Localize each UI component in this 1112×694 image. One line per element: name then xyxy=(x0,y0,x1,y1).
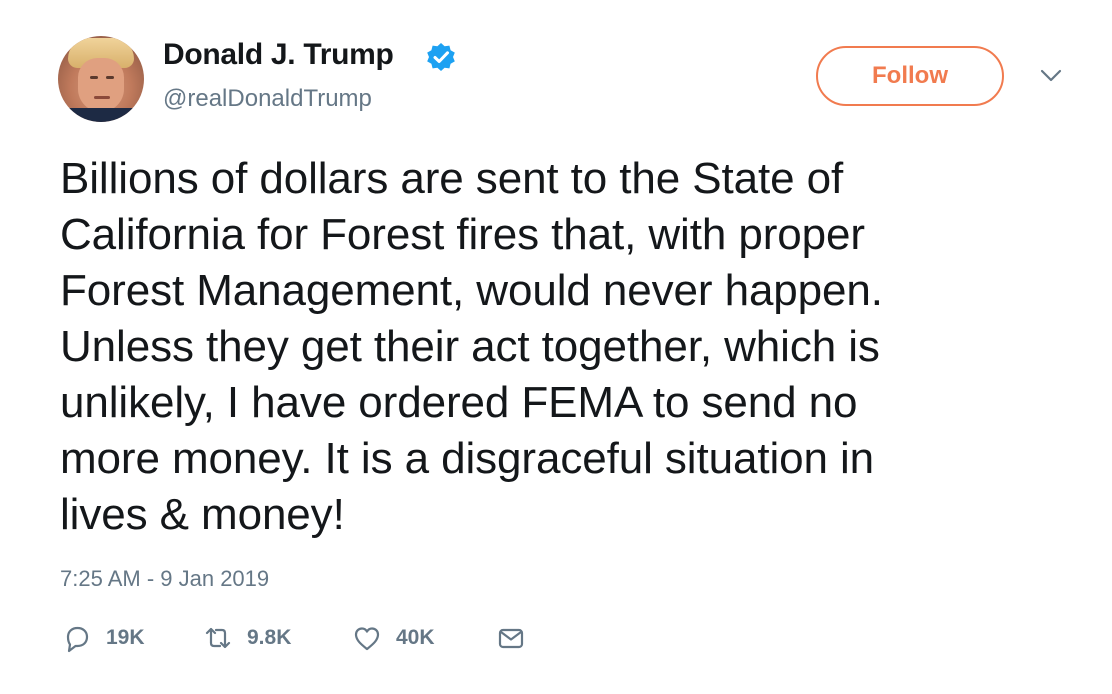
reply-button[interactable]: 19K xyxy=(62,620,145,656)
tweet-text: Billions of dollars are sent to the Stat… xyxy=(60,154,883,539)
retweet-count: 9.8K xyxy=(247,626,292,649)
avatar-eye-left xyxy=(90,76,98,79)
retweet-button[interactable]: 9.8K xyxy=(203,620,291,656)
reply-icon xyxy=(66,626,89,653)
chevron-down-icon[interactable] xyxy=(1040,68,1062,84)
direct-message-button[interactable] xyxy=(496,620,526,656)
tweet-timestamp[interactable]: 7:25 AM - 9 Jan 2019 xyxy=(60,566,269,592)
tweet-actions: 19K 9.8K 40K xyxy=(0,620,1112,660)
avatar[interactable] xyxy=(58,36,144,122)
verified-badge-icon xyxy=(427,43,455,71)
user-handle[interactable]: @realDonaldTrump xyxy=(163,85,372,113)
avatar-mouth xyxy=(94,96,110,99)
reply-count: 19K xyxy=(106,626,145,649)
retweet-icon xyxy=(205,627,231,649)
follow-button[interactable]: Follow xyxy=(816,46,1004,106)
avatar-suit xyxy=(58,108,144,122)
avatar-eye-right xyxy=(106,76,114,79)
like-count: 40K xyxy=(396,626,435,649)
like-icon xyxy=(354,627,380,651)
like-button[interactable]: 40K xyxy=(352,620,435,656)
tweet-card: Donald J. Trump @realDonaldTrump Follow … xyxy=(0,0,1112,694)
display-name[interactable]: Donald J. Trump xyxy=(163,38,394,72)
avatar-face xyxy=(78,58,124,112)
direct-message-icon xyxy=(498,628,524,649)
